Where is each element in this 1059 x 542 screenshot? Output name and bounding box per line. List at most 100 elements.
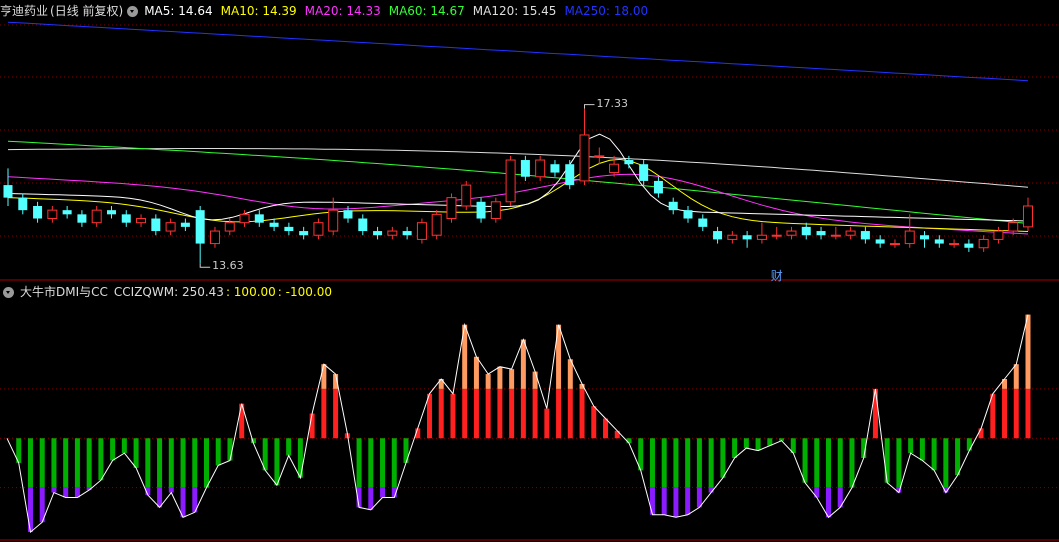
cci-bar-negative [168,438,174,488]
low-marker-line [199,263,211,268]
candle-body [713,231,723,240]
candle-body [299,231,309,236]
cci-bar-positive [556,388,562,439]
cci-bar-negative [755,438,761,451]
cci-bar-negative [98,438,104,481]
sub-panel-header: 大牛市DMI与CC CCIZQWM: 250.43 : 100.00 : -10… [0,283,338,301]
cci-bar-negative [63,438,69,488]
ma-legend-item: MA250: 18.00 [564,4,649,18]
ma-legend-item: MA5: 14.64 [144,4,213,18]
candle-body [653,180,663,194]
ma-legend-item: MA60: 14.67 [388,4,465,18]
cci-bar-negative [802,438,808,483]
cci-bar-negative [27,438,33,488]
cci-bar-negative [919,438,925,461]
cci-bar-negative [274,438,280,486]
cci-bar-negative [661,438,667,488]
cci-bar-positive [450,393,456,439]
candle-body [446,197,457,220]
candle-body [224,222,235,232]
candle-body [195,210,205,244]
cci-bar-negative [931,438,937,471]
candle-body [431,213,442,236]
cci-bar-negative [884,438,890,483]
cci-bar-overbought [1013,364,1019,389]
cci-bar-negative [121,438,127,454]
cci-bar-positive [485,388,491,439]
candle-body [520,160,530,177]
cci-bar-negative [673,438,679,488]
candle-body [934,239,944,244]
cci-bar-negative [814,438,820,488]
indicator-value: CCIZQWM: 250.43 [113,285,224,299]
cci-bar-negative [51,438,57,488]
cci-bar-overbought [485,374,491,389]
cci-bar-positive [591,406,597,439]
cci-bar-oversold [27,487,33,533]
high-price-label: 17.33 [596,96,629,110]
cci-bar-negative [145,438,151,488]
cci-bar-overbought [532,371,538,389]
cci-bar-negative [825,438,831,488]
cci-bar-negative [391,438,397,488]
cci-bar-positive [309,413,315,439]
candle-body [505,159,516,203]
candle-body [550,164,560,173]
cci-bar-negative [133,438,139,468]
candle-body [920,235,930,240]
cci-bar-negative [157,438,163,488]
cci-bar-negative [227,438,233,461]
kline-chart[interactable] [0,0,1059,542]
cci-bar-positive [567,388,573,439]
candle-body [579,134,590,182]
candle-body [668,201,678,211]
cci-bar-negative [649,438,655,488]
candle-body [343,210,353,219]
candle-body [683,210,693,219]
candle-body [18,197,28,211]
ma-line-ma120 [7,148,1029,188]
candle-body [254,214,264,223]
candle-body [165,222,176,232]
cci-bar-negative [74,438,80,488]
candle-body [33,205,43,219]
level-low: : -100.00 [277,285,332,299]
cci-bar-negative [696,438,702,488]
cci-bar-oversold [673,487,679,518]
candle-body [387,230,398,236]
cci-bar-positive [438,388,444,439]
candle-body [209,230,220,245]
cci-bar-overbought [1025,314,1031,389]
candle-body [239,213,250,224]
cci-bar-oversold [825,487,831,518]
cci-bar-negative [204,438,210,488]
cci-bar-negative [743,438,749,449]
candle-body [639,164,649,181]
stock-name: 亨迪药业 [0,4,49,18]
indicator-name[interactable]: 大牛市DMI与CC [20,283,108,301]
candle-body [771,234,782,237]
event-marker[interactable]: 财 [771,267,783,284]
cci-bar-oversold [63,487,69,498]
candle-body [328,209,339,232]
candle-body [269,222,279,227]
candle-body [801,226,811,236]
chevron-down-icon[interactable] [3,286,14,298]
cci-bar-oversold [368,487,374,510]
candle-body [609,163,620,174]
cci-bar-positive [1013,388,1019,439]
candle-body [1023,205,1033,228]
candle-body [565,164,575,186]
chevron-down-icon[interactable] [127,5,139,17]
candle-body [594,155,605,158]
ma-legend-item: MA120: 15.45 [472,4,557,18]
cci-bar-positive [579,388,585,439]
cci-bar-negative [380,438,386,488]
candle-body [373,231,383,236]
candle-body [904,230,915,245]
cci-bar-negative [943,438,949,488]
candle-body [47,209,58,220]
candle-body [949,243,960,246]
cci-bar-oversold [51,487,57,493]
cci-bar-negative [356,438,362,488]
